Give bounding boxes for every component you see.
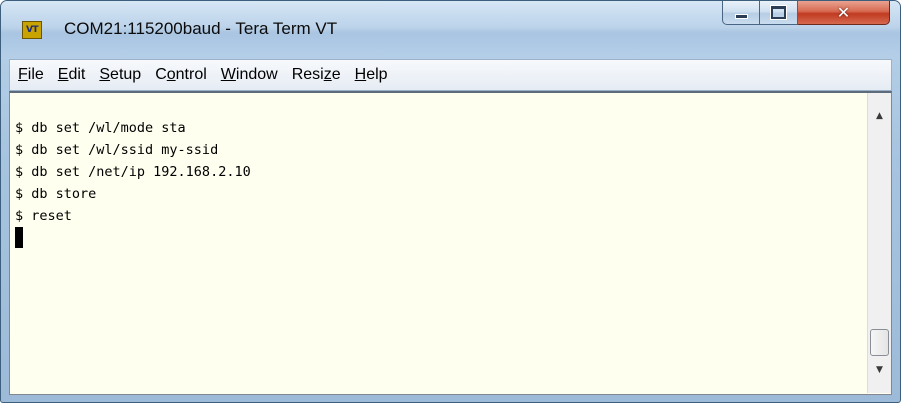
window-controls: ✕ [722,1,890,25]
window-title: COM21:115200baud - Tera Term VT [64,19,338,38]
tera-term-app-icon[interactable]: VT [22,21,42,39]
terminal-line: $ db store [15,186,97,202]
app-icon-label: VT [25,25,39,35]
scroll-up-arrow-icon[interactable]: ▲ [868,105,891,127]
terminal-line: $ db set /wl/ssid my-ssid [15,142,219,158]
menu-edit[interactable]: Edit [51,66,93,84]
terminal-cursor-line [15,227,868,249]
menu-help[interactable]: Help [348,66,395,84]
terminal-output[interactable]: $ db set /wl/mode sta $ db set /wl/ssid … [10,93,868,393]
close-icon: ✕ [836,3,851,22]
menu-bar: File Edit Setup Control Window Resize He… [9,59,892,91]
terminal-line: $ db set /wl/mode sta [15,120,186,136]
menu-setup[interactable]: Setup [92,66,148,84]
menu-resize[interactable]: Resize [285,66,348,84]
title-bar[interactable]: VT COM21:115200baud - Tera Term VT ✕ [1,1,900,59]
terminal-line: $ reset [15,208,72,224]
maximize-icon [770,5,787,20]
text-cursor [15,227,23,248]
terminal-line: $ db set /net/ip 192.168.2.10 [15,164,251,180]
scrollbar-thumb[interactable] [870,329,889,356]
close-button[interactable]: ✕ [798,1,890,25]
menu-control[interactable]: Control [148,66,214,84]
maximize-button[interactable] [760,1,798,25]
minimize-icon [734,14,748,19]
vertical-scrollbar[interactable]: ▲ ▼ [867,93,891,393]
tera-term-window: VT COM21:115200baud - Tera Term VT ✕ Fil… [0,0,901,403]
menu-file[interactable]: File [10,66,51,84]
scroll-down-arrow-icon[interactable]: ▼ [868,359,891,381]
terminal-client-area: $ db set /wl/mode sta $ db set /wl/ssid … [9,91,892,395]
minimize-button[interactable] [722,1,760,25]
menu-window[interactable]: Window [214,66,285,84]
